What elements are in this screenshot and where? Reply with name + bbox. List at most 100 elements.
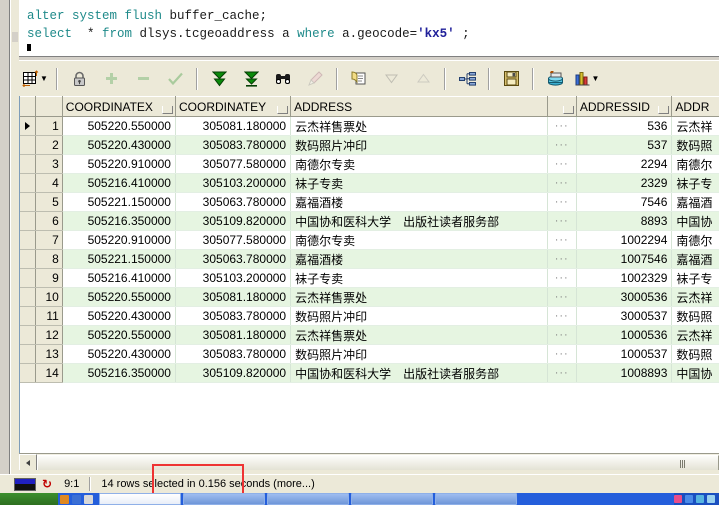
cell-addressid[interactable]: 7546 xyxy=(576,192,673,212)
cell-addr2[interactable]: 袜子专 xyxy=(671,173,719,193)
table-row[interactable]: 14 505216.350000 305109.820000 中国协和医科大学 出版社… xyxy=(20,363,719,383)
cell-addressid[interactable]: 536 xyxy=(576,116,673,136)
cell-coordinatex[interactable]: 505220.910000 xyxy=(62,230,176,250)
column-resize-grip[interactable] xyxy=(277,106,289,114)
column-header-ellipsis[interactable] xyxy=(547,96,577,117)
row-selector-cell[interactable] xyxy=(20,230,36,250)
row-selector-cell[interactable] xyxy=(20,135,36,155)
table-row[interactable]: 11 505220.430000 305083.780000 数码照片冲印 ··· 300… xyxy=(20,306,719,326)
cell-coordinatex[interactable]: 505216.350000 xyxy=(62,363,176,383)
table-row[interactable]: 8 505221.150000 305063.780000 嘉福酒楼 ··· 100754… xyxy=(20,249,719,269)
cell-coordinatey[interactable]: 305109.820000 xyxy=(175,363,292,383)
cell-coordinatey[interactable]: 305081.180000 xyxy=(175,287,292,307)
cell-expand-ellipsis[interactable]: ··· xyxy=(547,192,577,212)
cell-address[interactable]: 中国协和医科大学 出版社读者服务部 xyxy=(290,363,548,383)
table-row[interactable]: 12 505220.550000 305081.180000 云杰祥售票处 ··· 100… xyxy=(20,325,719,345)
start-button[interactable] xyxy=(0,493,58,505)
cell-addr2[interactable]: 云杰祥 xyxy=(671,287,719,307)
cell-coordinatex[interactable]: 505220.550000 xyxy=(62,116,176,136)
taskbar-item[interactable] xyxy=(435,493,517,505)
results-grid[interactable]: COORDINATEX COORDINATEY ADDRESS ADDRESSID AD… xyxy=(19,96,719,453)
save-button[interactable] xyxy=(495,64,527,94)
cell-addr2[interactable]: 南德尔 xyxy=(671,230,719,250)
chevron-down-icon[interactable]: ▼ xyxy=(592,74,600,83)
table-row[interactable]: 3 505220.910000 305077.580000 南德尔专卖 ··· 2294 南… xyxy=(20,154,719,174)
refresh-icon[interactable]: ↻ xyxy=(42,477,52,491)
cell-coordinatey[interactable]: 305063.780000 xyxy=(175,192,292,212)
cell-address[interactable]: 袜子专卖 xyxy=(290,268,548,288)
grid-horizontal-scrollbar[interactable] xyxy=(19,453,719,472)
cell-addressid[interactable]: 1000536 xyxy=(576,325,673,345)
table-row[interactable]: 2 505220.430000 305083.780000 数码照片冲印 ··· 537 数… xyxy=(20,135,719,155)
cell-expand-ellipsis[interactable]: ··· xyxy=(547,249,577,269)
taskbar-item[interactable] xyxy=(183,493,265,505)
cell-address[interactable]: 嘉福酒楼 xyxy=(290,249,548,269)
taskbar-window-list[interactable] xyxy=(99,493,517,505)
fetch-all-button[interactable] xyxy=(235,64,267,94)
cell-expand-ellipsis[interactable]: ··· xyxy=(547,116,577,136)
taskbar-item[interactable] xyxy=(351,493,433,505)
cell-coordinatey[interactable]: 305083.780000 xyxy=(175,306,292,326)
cell-coordinatey[interactable]: 305077.580000 xyxy=(175,154,292,174)
cell-address[interactable]: 云杰祥售票处 xyxy=(290,325,548,345)
tray-icon[interactable] xyxy=(696,495,704,503)
fetch-next-button[interactable] xyxy=(203,64,235,94)
cell-expand-ellipsis[interactable]: ··· xyxy=(547,211,577,231)
cell-coordinatey[interactable]: 305083.780000 xyxy=(175,344,292,364)
cell-coordinatex[interactable]: 505216.350000 xyxy=(62,211,176,231)
scrollbar-track[interactable] xyxy=(37,455,719,472)
column-header-address[interactable]: ADDRESS xyxy=(290,96,548,117)
cell-addr2[interactable]: 数码照 xyxy=(671,344,719,364)
column-header-coordinatex[interactable]: COORDINATEX xyxy=(62,96,176,117)
cell-coordinatex[interactable]: 505220.550000 xyxy=(62,287,176,307)
cell-address[interactable]: 袜子专卖 xyxy=(290,173,548,193)
tray-icon[interactable] xyxy=(674,495,682,503)
cell-addr2[interactable]: 云杰祥 xyxy=(671,325,719,345)
cell-addr2[interactable]: 数码照 xyxy=(671,135,719,155)
table-row[interactable]: 13 505220.430000 305083.780000 数码照片冲印 ··· 100… xyxy=(20,344,719,364)
cell-addressid[interactable]: 1007546 xyxy=(576,249,673,269)
table-row[interactable]: 10 505220.550000 305081.180000 云杰祥售票处 ··· 300… xyxy=(20,287,719,307)
windows-taskbar[interactable] xyxy=(0,493,719,505)
cell-address[interactable]: 数码照片冲印 xyxy=(290,306,548,326)
cell-expand-ellipsis[interactable]: ··· xyxy=(547,344,577,364)
cell-expand-ellipsis[interactable]: ··· xyxy=(547,325,577,345)
cell-expand-ellipsis[interactable]: ··· xyxy=(547,287,577,307)
quick-launch-icon[interactable] xyxy=(60,494,69,504)
cell-coordinatex[interactable]: 505221.150000 xyxy=(62,249,176,269)
cell-addr2[interactable]: 数码照 xyxy=(671,306,719,326)
row-selector-cell[interactable] xyxy=(20,249,36,269)
cell-coordinatex[interactable]: 505220.430000 xyxy=(62,344,176,364)
column-header-addressid[interactable]: ADDRESSID xyxy=(576,96,673,117)
chevron-down-icon[interactable]: ▼ xyxy=(40,74,48,83)
row-selector-cell[interactable] xyxy=(20,287,36,307)
column-header-addr2[interactable]: ADDR xyxy=(671,96,719,117)
column-resize-grip[interactable] xyxy=(658,106,670,114)
cell-address[interactable]: 数码照片冲印 xyxy=(290,344,548,364)
cell-coordinatey[interactable]: 305103.200000 xyxy=(175,268,292,288)
cell-addressid[interactable]: 1000537 xyxy=(576,344,673,364)
cell-address[interactable]: 南德尔专卖 xyxy=(290,154,548,174)
sql-editor[interactable]: alter system flush buffer_cache; select … xyxy=(19,0,719,56)
cell-coordinatex[interactable]: 505220.550000 xyxy=(62,325,176,345)
cell-coordinatex[interactable]: 505220.910000 xyxy=(62,154,176,174)
cell-coordinatex[interactable]: 505220.430000 xyxy=(62,306,176,326)
cell-coordinatex[interactable]: 505216.410000 xyxy=(62,268,176,288)
cell-addr2[interactable]: 中国协 xyxy=(671,363,719,383)
grid-layout-button[interactable]: ▼ xyxy=(19,64,51,94)
column-resize-grip[interactable] xyxy=(562,106,574,114)
row-selector-cell[interactable] xyxy=(20,363,36,383)
scroll-left-button[interactable] xyxy=(19,454,37,471)
row-selector-cell[interactable] xyxy=(20,211,36,231)
row-selector-cell[interactable] xyxy=(20,173,36,193)
cell-expand-ellipsis[interactable]: ··· xyxy=(547,154,577,174)
row-selector-cell[interactable] xyxy=(20,192,36,212)
tray-icon[interactable] xyxy=(707,495,715,503)
cell-expand-ellipsis[interactable]: ··· xyxy=(547,306,577,326)
cell-addressid[interactable]: 2329 xyxy=(576,173,673,193)
row-selector-cell[interactable] xyxy=(20,154,36,174)
cell-coordinatex[interactable]: 505220.430000 xyxy=(62,135,176,155)
row-selector-cell[interactable] xyxy=(20,306,36,326)
cell-address[interactable]: 南德尔专卖 xyxy=(290,230,548,250)
cell-addr2[interactable]: 嘉福酒 xyxy=(671,249,719,269)
